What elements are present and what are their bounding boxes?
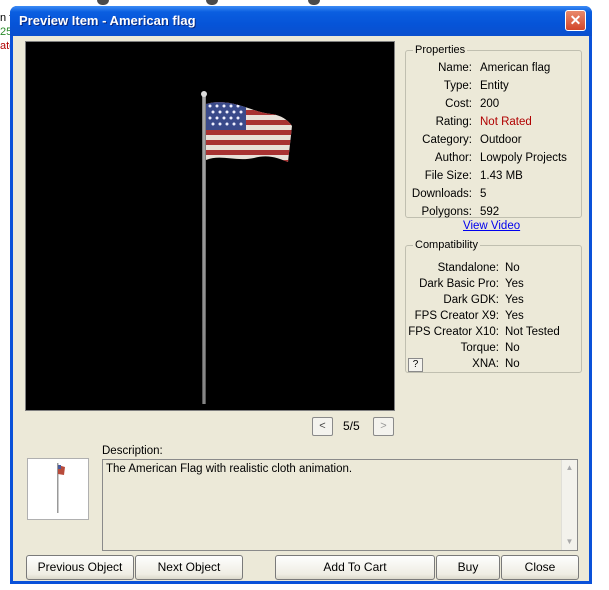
close-icon[interactable]: ✕ bbox=[565, 10, 586, 31]
property-label: Author: bbox=[434, 152, 472, 164]
description-label: Description: bbox=[102, 445, 163, 457]
compatibility-value: Yes bbox=[505, 310, 524, 322]
property-value: Lowpoly Projects bbox=[480, 152, 567, 164]
property-label: Type: bbox=[443, 80, 472, 92]
image-counter: 5/5 bbox=[343, 419, 360, 433]
compatibility-value: Not Tested bbox=[505, 326, 560, 338]
property-label: Category: bbox=[422, 134, 472, 146]
property-label: Downloads: bbox=[411, 188, 472, 200]
buy-button[interactable]: Buy bbox=[436, 555, 500, 580]
compatibility-label: FPS Creator X10: bbox=[408, 326, 499, 338]
scroll-up-icon[interactable]: ▲ bbox=[562, 460, 577, 476]
item-thumbnail[interactable] bbox=[27, 458, 89, 520]
background-shape bbox=[206, 0, 218, 5]
window-title: Preview Item - American flag bbox=[19, 13, 196, 28]
help-button[interactable]: ? bbox=[408, 358, 423, 372]
compatibility-group: Compatibility Standalone: No Dark Basic Pr… bbox=[405, 239, 582, 373]
compatibility-value: No bbox=[505, 262, 520, 274]
compatibility-label: FPS Creator X9: bbox=[414, 310, 499, 322]
previous-image-button[interactable]: < bbox=[312, 417, 333, 436]
property-value: 592 bbox=[480, 206, 500, 218]
background-shape bbox=[308, 0, 320, 5]
compatibility-label: Torque: bbox=[460, 342, 499, 354]
property-label: Name: bbox=[438, 62, 472, 74]
property-value: American flag bbox=[480, 62, 551, 74]
property-label: Rating: bbox=[435, 116, 472, 128]
background-shape bbox=[97, 0, 109, 5]
property-value: 200 bbox=[480, 98, 500, 110]
compatibility-label: XNA: bbox=[472, 358, 499, 370]
property-value: 1.43 MB bbox=[480, 170, 523, 182]
properties-group: Properties Name: American flag Type: Entity… bbox=[405, 44, 582, 218]
property-value: 5 bbox=[480, 188, 487, 200]
view-video-link[interactable]: View Video bbox=[463, 220, 520, 232]
compatibility-legend: Compatibility bbox=[415, 239, 478, 251]
next-image-button[interactable]: > bbox=[373, 417, 394, 436]
description-textarea[interactable]: The American Flag with realistic cloth a… bbox=[102, 459, 578, 551]
flag-thumbnail-image bbox=[57, 463, 65, 513]
close-button[interactable]: Close bbox=[501, 555, 579, 580]
previous-object-button[interactable]: Previous Object bbox=[26, 555, 134, 580]
scroll-down-icon[interactable]: ▼ bbox=[562, 534, 577, 550]
property-label: File Size: bbox=[424, 170, 472, 182]
property-label: Cost: bbox=[445, 98, 472, 110]
compatibility-label: Standalone: bbox=[437, 262, 499, 274]
property-value: Not Rated bbox=[480, 116, 532, 128]
compatibility-label: Dark GDK: bbox=[443, 294, 499, 306]
property-value: Outdoor bbox=[480, 134, 522, 146]
model-preview-viewport[interactable] bbox=[25, 41, 395, 411]
next-object-button[interactable]: Next Object bbox=[135, 555, 243, 580]
description-text: The American Flag with realistic cloth a… bbox=[106, 463, 353, 475]
flag-render bbox=[201, 91, 292, 404]
property-label: Polygons: bbox=[421, 206, 472, 218]
window-client-area: < 5/5 > Properties Name: American flag Typ… bbox=[13, 36, 589, 581]
compatibility-label: Dark Basic Pro: bbox=[419, 278, 499, 290]
compatibility-value: Yes bbox=[505, 278, 524, 290]
title-bar[interactable]: Preview Item - American flag ✕ bbox=[10, 6, 592, 36]
properties-legend: Properties bbox=[415, 44, 466, 56]
add-to-cart-button[interactable]: Add To Cart bbox=[275, 555, 435, 580]
description-scrollbar[interactable]: ▲ ▼ bbox=[561, 460, 577, 550]
preview-item-window: Preview Item - American flag ✕ < 5/5 > P… bbox=[10, 6, 592, 584]
compatibility-value: No bbox=[505, 358, 520, 370]
compatibility-value: No bbox=[505, 342, 520, 354]
compatibility-value: Yes bbox=[505, 294, 524, 306]
property-value: Entity bbox=[480, 80, 509, 92]
